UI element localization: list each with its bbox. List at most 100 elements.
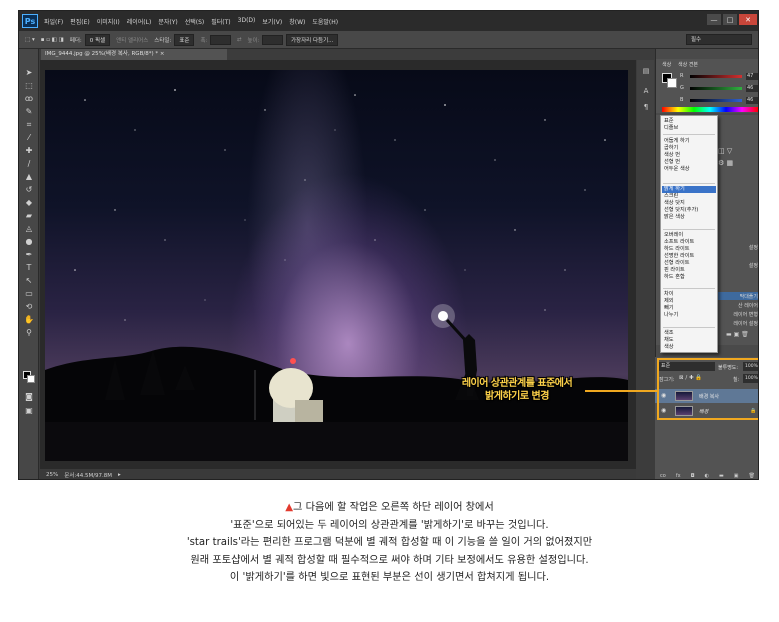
stamp-tool-icon[interactable]: ▲: [23, 171, 35, 182]
menu-window[interactable]: 창(W): [289, 17, 305, 26]
blend-dissolve[interactable]: 디졸브: [664, 125, 678, 131]
background-color-swatch[interactable]: [667, 78, 677, 88]
swap-icon[interactable]: ⇄: [237, 37, 242, 43]
brush-tool-icon[interactable]: ∕: [23, 158, 35, 169]
hand-tool-icon[interactable]: ✋: [23, 314, 35, 325]
red-channel-value[interactable]: 47: [746, 73, 758, 80]
adjustment-layer-icon[interactable]: ◐: [705, 473, 709, 479]
lasso-tool-icon[interactable]: ꝏ: [23, 93, 35, 104]
maximize-button[interactable]: □: [723, 14, 737, 25]
blend-pin-light[interactable]: 핀 라이트: [664, 267, 685, 273]
adjustment-icons[interactable]: ⚙ ▦: [718, 159, 733, 167]
close-button[interactable]: ✕: [739, 14, 757, 25]
menu-file[interactable]: 파일(F): [44, 17, 63, 26]
red-channel-slider[interactable]: [690, 75, 742, 78]
status-arrow-icon[interactable]: ▸: [118, 472, 121, 478]
blend-darken[interactable]: 어둡게 하기: [664, 138, 690, 144]
menu-3d[interactable]: 3D(D): [238, 17, 256, 26]
height-input[interactable]: [262, 34, 283, 45]
blue-channel-slider[interactable]: [690, 99, 742, 102]
menu-edit[interactable]: 편집(E): [70, 17, 90, 26]
screen-mode-icon[interactable]: ▣: [23, 405, 35, 416]
panel-footer-icons[interactable]: ▬ ▣ 🗑: [726, 331, 749, 338]
blend-mode-menu[interactable]: 표준 디졸브 어둡게 하기 곱하기 색상 번 선형 번 어두운 색상 밝게 하기…: [660, 115, 718, 353]
document-tab[interactable]: IMG_9444.jpg @ 25%(배경 복사, RGB/8*) * ×: [41, 49, 227, 60]
color-spectrum-bar[interactable]: [662, 107, 758, 112]
blend-lighten[interactable]: 밝게 하기: [664, 186, 685, 192]
dodge-tool-icon[interactable]: ●: [23, 236, 35, 247]
blend-divide[interactable]: 나누기: [664, 312, 678, 318]
blend-linear-light[interactable]: 선형 라이트: [664, 260, 690, 266]
marquee-tool-icon[interactable]: ⬚ ▾: [25, 37, 35, 43]
background-color-swatch[interactable]: [27, 375, 35, 383]
quick-select-icon[interactable]: ✎: [23, 106, 35, 117]
link-layers-icon[interactable]: co: [660, 473, 666, 479]
blue-channel-value[interactable]: 46: [746, 97, 758, 104]
marquee-tool-icon[interactable]: ⬚: [23, 80, 35, 91]
antialias-checkbox[interactable]: 앤티 앨리어스: [116, 36, 148, 44]
tab-color[interactable]: 색상: [662, 61, 671, 69]
minimize-button[interactable]: —: [707, 14, 721, 25]
blend-hard-light[interactable]: 하드 라이트: [664, 246, 690, 252]
blend-darker-color[interactable]: 어두운 색상: [664, 166, 690, 172]
blend-linear-dodge[interactable]: 선형 닷지(추가): [664, 207, 698, 213]
workspace-select[interactable]: 필수: [686, 34, 752, 45]
blend-color-burn[interactable]: 색상 번: [664, 152, 680, 158]
panel-item[interactable]: 산 레이어: [738, 302, 758, 309]
selection-mode-icons[interactable]: ▪ ▫ ◧ ◨: [41, 37, 64, 43]
blend-lighter-color[interactable]: 밝은 색상: [664, 214, 685, 220]
blend-exclusion[interactable]: 제외: [664, 298, 674, 304]
group-icon[interactable]: ▬: [719, 473, 724, 479]
panel-item[interactable]: 레이어 변형: [733, 311, 758, 318]
menu-type[interactable]: 문자(Y): [158, 17, 177, 26]
add-mask-icon[interactable]: ◘: [691, 473, 695, 479]
menu-help[interactable]: 도움말(H): [312, 17, 338, 26]
history-brush-icon[interactable]: ↺: [23, 184, 35, 195]
tab-swatches[interactable]: 색상 견본: [678, 61, 698, 69]
menu-filter[interactable]: 필터(T): [211, 17, 230, 26]
zoom-level[interactable]: 25%: [46, 472, 58, 478]
eyedropper-icon[interactable]: ⁄: [23, 132, 35, 143]
blend-subtract[interactable]: 빼기: [664, 305, 674, 311]
paragraph-panel-icon[interactable]: ¶: [641, 102, 651, 112]
blend-saturation[interactable]: 채도: [664, 337, 674, 343]
eraser-icon[interactable]: ◆: [23, 197, 35, 208]
feather-input[interactable]: 0 픽셀: [84, 33, 111, 46]
blend-hard-mix[interactable]: 하드 혼합: [664, 274, 685, 280]
blend-linear-burn[interactable]: 선형 번: [664, 159, 680, 165]
quick-mask-icon[interactable]: ◙: [23, 391, 35, 402]
move-tool-icon[interactable]: ➤: [23, 67, 35, 78]
blend-screen[interactable]: 스크린: [664, 193, 678, 199]
menu-view[interactable]: 보기(V): [262, 17, 282, 26]
width-input[interactable]: [210, 34, 231, 45]
blend-color-dodge[interactable]: 색상 닷지: [664, 200, 685, 206]
style-select[interactable]: 표준: [174, 33, 195, 46]
blend-soft-light[interactable]: 소프트 라이트: [664, 239, 694, 245]
blend-multiply[interactable]: 곱하기: [664, 145, 678, 151]
fx-icon[interactable]: fx: [676, 473, 681, 479]
history-panel-icon[interactable]: ▤: [641, 66, 651, 76]
menu-layer[interactable]: 레이어(L): [127, 17, 152, 26]
crop-tool-icon[interactable]: ⌗: [23, 119, 35, 130]
gradient-tool-icon[interactable]: ▰: [23, 210, 35, 221]
blend-vivid-light[interactable]: 선명한 라이트: [664, 253, 694, 259]
new-layer-icon[interactable]: ▣: [734, 473, 739, 479]
3d-rotate-icon[interactable]: ⟲: [23, 301, 35, 312]
shape-tool-icon[interactable]: ▭: [23, 288, 35, 299]
menu-select[interactable]: 선택(S): [185, 17, 205, 26]
panel-item[interactable]: 설정: [749, 262, 758, 269]
green-channel-value[interactable]: 46: [746, 85, 758, 92]
pen-tool-icon[interactable]: ✒: [23, 249, 35, 260]
trash-icon[interactable]: 🗑: [749, 473, 755, 479]
blur-tool-icon[interactable]: ◬: [23, 223, 35, 234]
healing-brush-icon[interactable]: ✚: [23, 145, 35, 156]
adjustment-icons[interactable]: ◫ ▽: [718, 147, 732, 155]
blend-difference[interactable]: 차이: [664, 291, 674, 297]
type-tool-icon[interactable]: T: [23, 262, 35, 273]
blend-hue[interactable]: 색조: [664, 330, 674, 336]
panel-item[interactable]: 설정: [749, 244, 758, 251]
panel-item[interactable]: 레이어 설정: [733, 320, 758, 327]
refine-edge-button[interactable]: 가장자리 다듬기...: [285, 33, 339, 46]
green-channel-slider[interactable]: [690, 87, 742, 90]
blend-normal[interactable]: 표준: [664, 118, 674, 124]
